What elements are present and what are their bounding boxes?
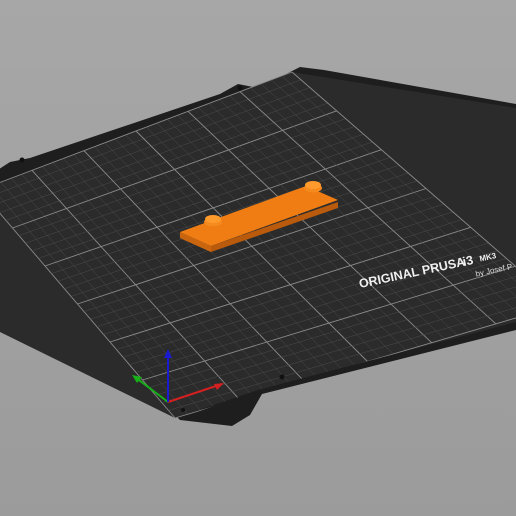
bed-hole [279,374,285,380]
part-boss[interactable] [205,215,221,223]
bed-hole [19,157,25,163]
bed-hole [237,85,243,91]
part-boss[interactable] [305,181,321,189]
plater-scene[interactable]: ORIGINAL PRUSA i3 MK3 by Josef P [0,0,516,516]
bed-hole [181,408,185,412]
print-bed: ORIGINAL PRUSA i3 MK3 by Josef P [0,67,516,426]
3d-viewport[interactable]: ORIGINAL PRUSA i3 MK3 by Josef P [0,0,516,516]
